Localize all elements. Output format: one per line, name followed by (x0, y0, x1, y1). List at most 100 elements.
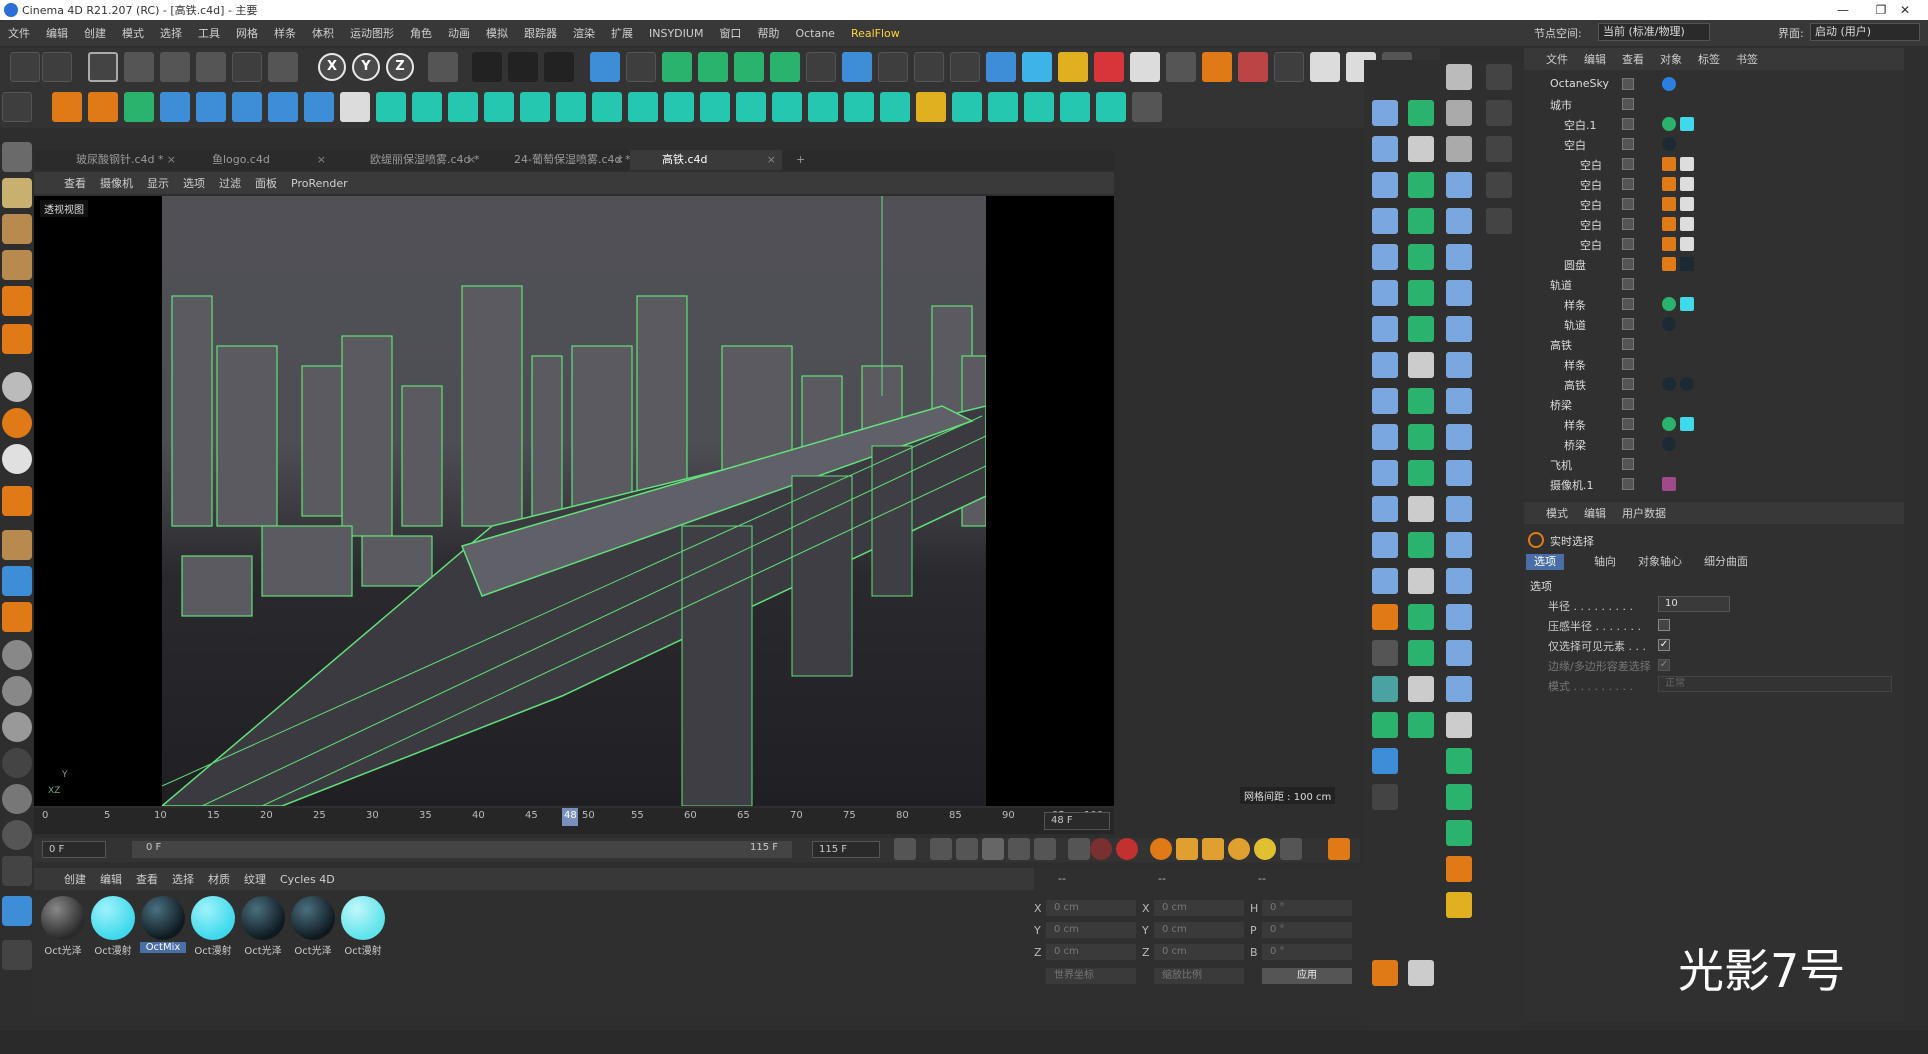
tool-icon[interactable] (1408, 424, 1434, 450)
tool-icon[interactable] (1408, 496, 1434, 522)
coord-system-dropdown[interactable]: 世界坐标 (1046, 968, 1136, 984)
visibility-icon[interactable] (1622, 298, 1634, 310)
tool-icon[interactable] (1372, 784, 1398, 810)
prev-key-icon[interactable] (930, 838, 952, 860)
material-swatch[interactable]: Oct光泽 (240, 896, 286, 957)
tab-file-4[interactable]: 24-葡萄保湿喷雾.c4d * × (482, 150, 631, 170)
close-tab-icon[interactable]: × (317, 150, 326, 170)
mat-menu-select[interactable]: 选择 (165, 871, 201, 887)
tag-icon[interactable] (1662, 117, 1676, 131)
tool-icon[interactable] (1486, 136, 1512, 162)
mat-menu-texture[interactable]: 纹理 (237, 871, 273, 887)
mat-menu-edit[interactable]: 编辑 (93, 871, 129, 887)
tool-icon[interactable] (1372, 604, 1398, 630)
mat-menu-create[interactable]: 创建 (34, 871, 93, 887)
current-frame-field[interactable]: 48 F (1044, 812, 1110, 830)
tab-file-1[interactable]: 玻尿酸钢针.c4d * × (34, 150, 182, 170)
tool-icon[interactable] (1446, 316, 1472, 342)
apply-button[interactable]: 应用 (1262, 968, 1352, 984)
xp-magnet-icon[interactable] (772, 92, 802, 122)
visibility-icon[interactable] (1622, 158, 1634, 170)
recent-tool-icon[interactable] (232, 52, 262, 82)
object-row[interactable]: 飞机 (1524, 454, 1894, 474)
extrude-icon[interactable] (698, 52, 728, 82)
xp-brush-icon[interactable] (880, 92, 910, 122)
visibility-icon[interactable] (1622, 78, 1634, 90)
key-position-icon[interactable] (1176, 838, 1198, 860)
tool-icon[interactable] (1372, 280, 1398, 306)
menu-tools[interactable]: 工具 (190, 25, 228, 41)
xp-settings-icon[interactable] (1132, 92, 1162, 122)
material-tag-icon[interactable] (1662, 377, 1676, 391)
octane-sun-icon[interactable] (1058, 52, 1088, 82)
layout-dropdown[interactable]: 启动 (用户) (1810, 23, 1920, 41)
x-axis-lock-icon[interactable]: X (318, 53, 346, 81)
material-tag-icon[interactable] (1680, 417, 1694, 431)
octane-scatter-icon[interactable] (1202, 52, 1232, 82)
floor-icon[interactable] (878, 52, 908, 82)
object-row[interactable]: 空白 (1524, 154, 1894, 174)
tab-file-3[interactable]: 欧缇丽保湿喷雾.c4d * × (332, 150, 482, 170)
python-icon[interactable] (2, 896, 32, 926)
material-swatch[interactable]: Oct光泽 (40, 896, 86, 957)
xp-turbulence-icon[interactable] (160, 92, 190, 122)
visibility-icon[interactable] (1622, 98, 1634, 110)
snap-settings-icon[interactable] (2, 408, 32, 438)
visibility-icon[interactable] (1622, 178, 1634, 190)
menu-help[interactable]: 帮助 (749, 25, 787, 41)
vp-menu-panel[interactable]: 面板 (248, 175, 284, 191)
object-row[interactable]: 空白 (1524, 214, 1894, 234)
xp-spray-icon[interactable] (268, 92, 298, 122)
xp-ring-icon[interactable] (700, 92, 730, 122)
xp-record-icon[interactable] (556, 92, 586, 122)
tool-icon[interactable] (1486, 172, 1512, 198)
material-tag-icon[interactable] (1680, 257, 1694, 271)
texture-mode-icon[interactable] (2, 178, 32, 208)
tool-icon[interactable] (1446, 280, 1472, 306)
position-y-field[interactable]: 0 cm (1046, 922, 1136, 938)
xp-cone-icon[interactable] (520, 92, 550, 122)
object-row[interactable]: 圆盘 (1524, 254, 1894, 274)
position-z-field[interactable]: 0 cm (1046, 944, 1136, 960)
material-tag-icon[interactable] (1680, 377, 1694, 391)
material-swatch[interactable]: Oct漫射 (340, 896, 386, 957)
tool-icon[interactable] (1408, 712, 1434, 738)
tool-icon[interactable] (1372, 172, 1398, 198)
visibility-icon[interactable] (1622, 358, 1634, 370)
light-icon[interactable] (950, 52, 980, 82)
xp-molecule-icon[interactable] (340, 92, 370, 122)
tool-icon[interactable] (1372, 388, 1398, 414)
checker-tag-icon[interactable] (1680, 217, 1694, 231)
render-picture-viewer-icon[interactable] (508, 52, 538, 82)
tool-icon[interactable] (1446, 532, 1472, 558)
xp-split-icon[interactable] (448, 92, 478, 122)
menu-animate[interactable]: 动画 (440, 25, 478, 41)
goto-end-icon[interactable] (1068, 838, 1090, 860)
octane-tex-icon[interactable] (1274, 52, 1304, 82)
obj-menu-bookmarks[interactable]: 书签 (1728, 51, 1766, 67)
material-swatch[interactable]: Oct漫射 (190, 896, 236, 957)
cloner-icon[interactable] (734, 52, 764, 82)
vp-menu-cameras[interactable]: 摄像机 (93, 175, 140, 191)
array-icon[interactable] (770, 52, 800, 82)
material-ball-icon[interactable] (2, 676, 32, 706)
xp-cluster-icon[interactable] (664, 92, 694, 122)
menu-simulate[interactable]: 模拟 (478, 25, 516, 41)
scale-y-field[interactable]: 0 cm (1154, 922, 1244, 938)
tool-icon[interactable] (1446, 388, 1472, 414)
xp-trail-icon[interactable] (232, 92, 262, 122)
object-row[interactable]: 高铁 (1524, 334, 1894, 354)
blend-icon[interactable] (2, 856, 32, 886)
menu-window[interactable]: 窗口 (711, 25, 749, 41)
start-frame-field[interactable]: 0 F (42, 841, 106, 858)
coord-system-icon[interactable] (428, 52, 458, 82)
checker-tag-icon[interactable] (1680, 157, 1694, 171)
rotation-h-field[interactable]: 0 ° (1262, 900, 1352, 916)
snap-icon[interactable] (2, 372, 32, 402)
perspective-viewport[interactable]: Y XZ (34, 196, 1114, 806)
render-settings-icon[interactable] (544, 52, 574, 82)
tool-icon[interactable] (1408, 640, 1434, 666)
obj-menu-tags[interactable]: 标签 (1690, 51, 1728, 67)
menu-volume[interactable]: 体积 (304, 25, 342, 41)
object-row[interactable]: 空白.1 (1524, 114, 1894, 134)
